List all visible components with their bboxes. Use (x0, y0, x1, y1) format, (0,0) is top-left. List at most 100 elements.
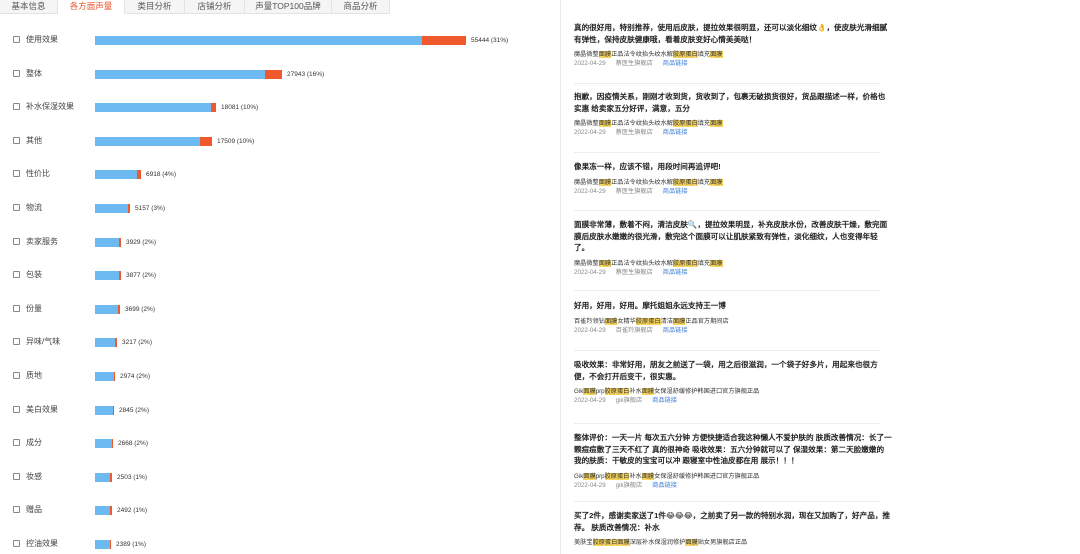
product-link[interactable]: 商品链接 (663, 327, 688, 334)
review-date: 2022-04-29 (574, 268, 606, 276)
aspect-label: 物流 (26, 203, 42, 212)
aspect-row[interactable]: 质地 2974 (2%) (0, 370, 555, 384)
review-product-title[interactable]: 魔晶微整面膜正品法令纹抬头纹水解胶原蛋白填充面膜 (574, 50, 892, 59)
bar-segment-secondary (200, 136, 212, 146)
review-product-title[interactable]: 美肤宝胶原蛋白面膜深层补水保湿润修护面膜贴女男旗舰店正品 (574, 538, 892, 547)
aspect-row[interactable]: 赠品 2492 (1%) (0, 504, 555, 518)
review-date: 2022-04-29 (574, 129, 606, 136)
aspect-checkbox[interactable] (13, 136, 20, 144)
aspect-checkbox[interactable] (13, 204, 20, 211)
review-shop: 百雀羚旗舰店 (615, 326, 653, 334)
aspect-checkbox[interactable] (13, 439, 20, 447)
bar-segment-secondary (110, 472, 112, 482)
aspect-row[interactable]: 妆感 2503 (1%) (0, 471, 555, 485)
aspect-checkbox[interactable] (13, 506, 20, 514)
review-product-title[interactable]: 魔晶微整面膜正品法令纹抬头纹水解胶原蛋白填充面膜 (574, 178, 892, 187)
aspect-checkbox[interactable] (13, 304, 20, 312)
aspect-checkbox[interactable] (13, 271, 20, 279)
aspect-checkbox[interactable] (13, 405, 20, 413)
aspect-row[interactable]: 卖家服务 3929 (2%) (0, 236, 555, 250)
product-title-part: prp (595, 472, 605, 480)
keyword-highlight: 胶原蛋白 (635, 317, 661, 325)
review-product-title[interactable]: 魔晶微整面膜正品法令纹抬头纹水解胶原蛋白填充面膜 (574, 119, 892, 128)
review-shop: 蔡医生旗舰店 (615, 187, 653, 195)
review-shop: 蔡医生旗舰店 (615, 60, 653, 67)
bar-value-label: 2845 (2%) (119, 406, 149, 414)
bar-segment-secondary (119, 271, 121, 281)
product-title-part: 女保湿舒缓修护韩国进口官方旗舰正品 (654, 472, 760, 480)
aspect-checkbox[interactable] (13, 237, 20, 245)
tab-2[interactable]: 类目分析 (125, 0, 185, 14)
tab-1[interactable]: 各方面声量 (58, 0, 125, 14)
tab-0[interactable]: 基本信息 (0, 0, 58, 14)
tab-4[interactable]: 声量TOP100品牌 (245, 0, 332, 14)
bar-segment-secondary (110, 506, 112, 516)
review-date: 2022-04-29 (574, 187, 606, 195)
product-link[interactable]: 商品链接 (663, 129, 688, 136)
product-link[interactable]: 商品链接 (652, 482, 677, 489)
keyword-highlight: 面膜 (598, 51, 612, 58)
aspect-row[interactable]: 补水保湿效果 18081 (10%) (0, 101, 555, 115)
tab-3[interactable]: 店铺分析 (185, 0, 245, 14)
aspect-checkbox[interactable] (13, 472, 20, 480)
aspect-row[interactable]: 整体 27943 (16%) (0, 68, 555, 82)
aspect-row[interactable]: 包装 3877 (2%) (0, 269, 555, 283)
aspect-row[interactable]: 美白效果 2845 (2%) (0, 404, 555, 418)
bar-value-label: 3699 (2%) (125, 305, 155, 313)
review-item: 吸收效果：非常好用，朋友之前送了一袋，用之后很滋润，一个袋子好多片，用起来也很方… (574, 359, 892, 405)
review-separator (574, 152, 880, 153)
aspect-checkbox[interactable] (13, 36, 20, 43)
review-separator (574, 210, 880, 211)
bar-value-label: 3877 (2%) (126, 272, 156, 280)
review-separator (574, 290, 880, 291)
review-product-title[interactable]: Gik面膜prp胶原蛋白补水面膜女保湿舒缓修护韩国进口官方旗舰正品 (574, 472, 892, 481)
product-title-part: 女精华 (617, 317, 636, 325)
review-list-panel[interactable]: 真的很好用，特别推荐，使用后皮肤，提拉效果很明显，还可以淡化细纹👌，使皮肤光滑细… (563, 0, 1080, 554)
bar-value-label: 2668 (2%) (118, 440, 148, 448)
review-product-title[interactable]: Gik面膜prp胶原蛋白补水面膜女保湿舒缓修护韩国进口官方旗舰正品 (574, 387, 892, 396)
bar-value-label: 55444 (31%) (471, 37, 509, 44)
product-title-part: 补水 (629, 388, 642, 395)
tab-5[interactable]: 商品分析 (332, 0, 390, 14)
aspect-label: 妆感 (26, 471, 42, 481)
product-title-part: 百雀羚领钻 (574, 317, 605, 325)
keyword-highlight: 面膜 (604, 317, 618, 325)
product-link[interactable]: 商品链接 (663, 60, 688, 67)
aspect-checkbox[interactable] (13, 170, 20, 178)
bar-segment-primary (95, 304, 118, 314)
review-shop: 蔡医生旗舰店 (615, 129, 653, 136)
aspect-row[interactable]: 成分 2668 (2%) (0, 437, 555, 451)
review-product-title[interactable]: 魔晶微整面膜正品法令纹抬头纹水解胶原蛋白填充面膜 (574, 259, 892, 268)
bar-segment-primary (95, 439, 112, 449)
bar-segment-primary (95, 338, 115, 348)
review-date: 2022-04-29 (574, 60, 606, 67)
aspect-row[interactable]: 物流 5157 (3%) (0, 202, 555, 216)
aspect-row[interactable]: 控油效果 2389 (1%) (0, 538, 555, 552)
aspect-label: 赠品 (26, 505, 42, 515)
review-product-title[interactable]: 百雀羚领钻面膜女精华胶原蛋白清洁面膜正品官方期间店 (574, 317, 892, 326)
aspect-row[interactable]: 份量 3699 (2%) (0, 303, 555, 317)
product-link[interactable]: 商品链接 (652, 397, 677, 404)
aspect-row[interactable]: 性价比 6918 (4%) (0, 168, 555, 182)
keyword-highlight: 胶原蛋白 (673, 259, 698, 267)
aspect-label: 使用效果 (26, 35, 58, 44)
aspect-row[interactable]: 其他 17509 (10%) (0, 135, 555, 149)
product-title-part: 正品法令纹抬头纹水解 (611, 178, 673, 186)
product-link[interactable]: 商品链接 (663, 188, 688, 195)
aspect-row[interactable]: 使用效果 55444 (31%) (0, 34, 555, 48)
keyword-highlight: 面膜 (641, 472, 655, 480)
bar-segment-primary (95, 405, 113, 415)
aspect-checkbox[interactable] (13, 338, 20, 346)
product-link[interactable]: 商品链接 (663, 269, 688, 276)
aspect-checkbox[interactable] (13, 372, 20, 379)
aspect-checkbox[interactable] (13, 103, 20, 111)
bar-value-label: 2503 (1%) (117, 473, 147, 481)
aspect-row[interactable]: 异味/气味 3217 (2%) (0, 336, 555, 350)
bar-value-label: 5157 (3%) (135, 205, 165, 212)
aspect-checkbox[interactable] (13, 69, 20, 77)
bar-segment-secondary (128, 204, 130, 213)
bar-segment-secondary (118, 304, 120, 314)
aspect-checkbox[interactable] (13, 540, 20, 547)
product-title-part: 填充 (697, 178, 711, 186)
bar-segment-primary (95, 36, 422, 45)
